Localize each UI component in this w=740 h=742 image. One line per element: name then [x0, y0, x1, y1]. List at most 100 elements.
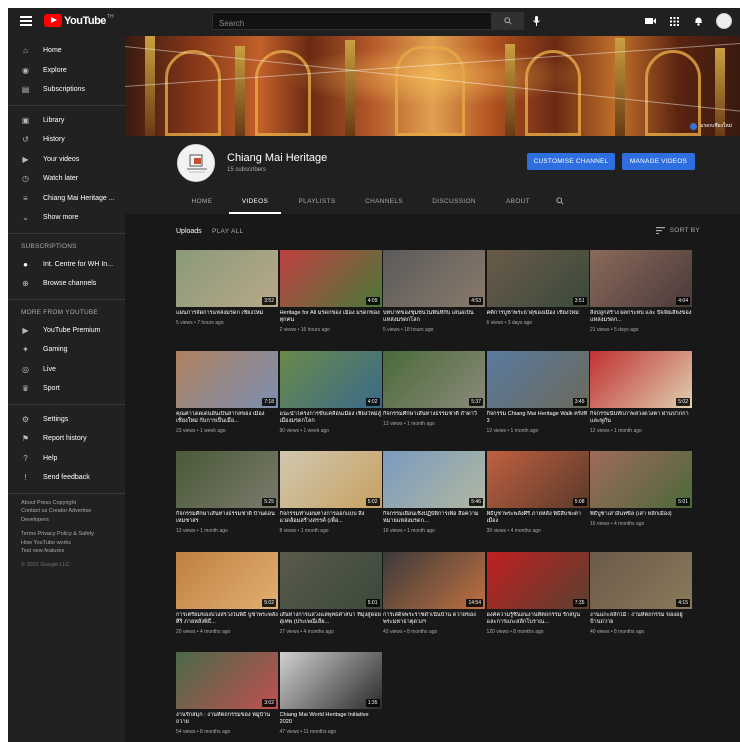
sidebar-item-library[interactable]: ▣ Library [8, 111, 125, 131]
sidebar-item-sport[interactable]: ♛ Sport [8, 379, 125, 399]
video-thumbnail[interactable]: 5:46 [383, 451, 485, 508]
footer-links[interactable]: About Press Copyright [8, 499, 125, 508]
tab-videos[interactable]: VIDEOS [227, 188, 283, 214]
video-thumbnail[interactable]: 5:01 [590, 451, 692, 508]
video-card[interactable]: 4:15 งานแกะสลักไม้ : งานหัตถกรรม ของอยู่บ… [590, 551, 692, 635]
sidebar-item-gaming[interactable]: ✦ Gaming [8, 340, 125, 360]
video-card[interactable]: 3:52 แผนการจัดการแหล่งมรดก เชียงใหม่ 5 vie… [176, 250, 278, 326]
video-title[interactable]: กิจกรรมศึกษาเส้นทางธรรมชาติ บ้านดอนเหมชา… [176, 511, 278, 525]
video-thumbnail[interactable]: 5:02 [279, 451, 382, 508]
sidebar-item-subscriptions[interactable]: ▤ Subscriptions [8, 80, 125, 100]
tab-home[interactable]: HOME [177, 188, 227, 214]
video-title[interactable]: แผนการจัดการแหล่งมรดก เชียงใหม่ [176, 310, 278, 317]
video-thumbnail[interactable]: 5:01 [279, 551, 382, 609]
footer-links[interactable]: Developers [8, 516, 125, 525]
video-title[interactable]: กิจกรรมนับทักภาพล่วงดวงตา ผ่านปากกาและพู… [590, 411, 692, 425]
video-thumbnail[interactable]: 4:02 [279, 350, 382, 408]
video-thumbnail[interactable]: 4:53 [383, 250, 485, 307]
sidebar-item-int-centre-for-wh-in[interactable]: ● Int. Centre for WH In... [8, 255, 125, 275]
sidebar-item-watch-later[interactable]: ◷ Watch later [8, 169, 125, 189]
video-card[interactable]: 3:02 งานรักสมุก : งานหัตถกรรมของ หมู่บ้าน… [176, 652, 278, 735]
video-thumbnail[interactable]: 4:15 [590, 551, 692, 609]
video-card[interactable]: 4:02 แนะนำโครงการขับเคลื่อนเมือง เชียงใหม… [279, 350, 382, 434]
video-card[interactable]: 5:02 การเตรียมของบวงสรวงในพิธี บูชาพระพลั… [176, 551, 278, 635]
video-card[interactable]: 7:18 คุณค่าโดดเด่นอันเป็นสากลของ เมืองเชี… [176, 350, 278, 434]
banner-facebook-link[interactable]: มรดกเชียงใหม่ [690, 122, 732, 130]
sidebar-item-chiang-mai-heritage[interactable]: ≡ Chiang Mai Heritage ... [8, 189, 125, 209]
sidebar-item-home[interactable]: ⌂ Home [8, 41, 125, 61]
video-card[interactable]: 4:09 Heritage for All มรดกของ เมือง มรดกข… [279, 250, 382, 333]
search-input[interactable] [213, 15, 491, 32]
sidebar-item-browse-channels[interactable]: ⊕ Browse channels [8, 274, 125, 294]
video-title[interactable]: การเสด็จพระราชดำเนินบ้าน ดวายของพระมหาธา… [383, 612, 485, 626]
account-avatar[interactable] [716, 13, 732, 29]
footer-links[interactable]: How YouTube works [8, 539, 125, 548]
video-title[interactable]: การเตรียมของบวงสรวงในพิธี บูชาพระพลังศิร… [176, 612, 278, 626]
video-title[interactable]: กิจกรรมทำแผนทางการออกแบบ สิ่งแวดล้อมสร้า… [280, 511, 382, 525]
video-card[interactable]: 4:04 สิ่งปลูกสร้าง ผลกระทบ และ ปัจจัยเสี่… [590, 250, 692, 333]
video-title[interactable]: พิธีบูชาเสาอินทขิล (เสา หลักเมือง) [590, 511, 692, 518]
video-card[interactable]: 5:46 กิจกรรมเยือนเชิงปฏิบัติการเพื่อ สื่อ… [383, 451, 485, 534]
video-thumbnail[interactable]: 3:45 [486, 350, 589, 408]
video-thumbnail[interactable]: 5:37 [383, 350, 485, 408]
video-card[interactable]: 5:08 พิธีบูชาพระพลังศิริ ภายหลัง พิธีสืบช… [486, 451, 589, 534]
tab-about[interactable]: ABOUT [491, 188, 545, 214]
sidebar-item-show-more[interactable]: ⌄ Show more [8, 208, 125, 228]
video-thumbnail[interactable]: 14:54 [383, 551, 485, 609]
video-card[interactable]: 4:53 บทบาทของชุมชนในพื้นที่กับ เสนอเป็นแห… [383, 250, 485, 333]
video-card[interactable]: 5:37 กิจกรรมศึกษาเส้นทางธรรมชาติ ถ้ำดาวี 1… [383, 350, 485, 427]
youtube-logo[interactable]: YouTube TH [44, 14, 114, 27]
video-card[interactable]: 5:01 พิธีบูชาเสาอินทขิล (เสา หลักเมือง) 16… [590, 451, 692, 527]
video-thumbnail[interactable]: 5:02 [590, 350, 692, 408]
sidebar-item-your-videos[interactable]: ▶ Your videos [8, 150, 125, 170]
customise-channel-button[interactable]: CUSTOMISE CHANNEL [527, 153, 615, 170]
sidebar-item-youtube-premium[interactable]: ▶ YouTube Premium [8, 321, 125, 341]
search-button[interactable] [492, 12, 524, 30]
sidebar-item-history[interactable]: ↺ History [8, 130, 125, 150]
manage-videos-button[interactable]: MANAGE VIDEOS [622, 153, 695, 170]
video-title[interactable]: องค์ความรู้ชิ้นอนงานหัตถกรรม รักสบูนและก… [487, 612, 589, 626]
video-card[interactable]: 3:45 กิจกรรม Chiang Mai Heritage Walk ครั… [486, 350, 589, 434]
video-card[interactable]: 5:02 กิจกรรมนับทักภาพล่วงดวงตา ผ่านปากกาแ… [590, 350, 692, 434]
sidebar-item-report-history[interactable]: ⚑ Report history [8, 429, 125, 449]
video-thumbnail[interactable]: 3:51 [486, 250, 589, 307]
video-title[interactable]: แนะนำโครงการขับเคลื่อนเมือง เชียงใหม่สู่… [280, 411, 382, 425]
video-card[interactable]: 5:25 กิจกรรมศึกษาเส้นทางธรรมชาติ บ้านดอนเ… [176, 451, 278, 534]
video-title[interactable]: คุณค่าโดดเด่นอันเป็นสากลของ เมืองเชียงให… [176, 411, 278, 425]
video-title[interactable]: บทบาทของชุมชนในพื้นที่กับ เสนอเป็นแหล่งม… [383, 310, 485, 324]
tab-playlists[interactable]: PLAYLISTS [283, 188, 351, 214]
video-thumbnail[interactable]: 1:35 [279, 652, 382, 709]
video-title[interactable]: งานแกะสลักไม้ : งานหัตถกรรม ของอยู่บ้านถ… [590, 612, 692, 626]
sidebar-item-help[interactable]: ? Help [8, 449, 125, 469]
footer-links[interactable]: Terms Privacy Policy & Safety [8, 530, 125, 539]
tab-discussion[interactable]: DISCUSSION [417, 188, 491, 214]
video-title[interactable]: สิ่งปลูกสร้าง ผลกระทบ และ ปัจจัยเสี่ยงขอ… [590, 310, 692, 324]
video-title[interactable]: พิธีบูชาพระพลังศิริ ภายหลัง พิธีสืบชะตาเ… [487, 511, 589, 525]
video-thumbnail[interactable]: 4:04 [590, 250, 692, 307]
video-thumbnail[interactable]: 7:35 [486, 551, 589, 609]
video-thumbnail[interactable]: 4:09 [279, 250, 382, 307]
video-thumbnail[interactable]: 3:02 [176, 652, 278, 709]
video-title[interactable]: คติการบูชาพระธาตุของเมือง เชียงใหม่ [487, 310, 589, 317]
hamburger-menu-icon[interactable] [20, 16, 32, 26]
sort-by-button[interactable]: SORT BY [655, 227, 700, 234]
video-thumbnail[interactable]: 7:18 [176, 350, 278, 408]
create-video-icon[interactable] [644, 15, 656, 27]
sidebar-item-send-feedback[interactable]: ! Send feedback [8, 468, 125, 488]
sidebar-item-settings[interactable]: ⚙ Settings [8, 410, 125, 430]
video-card[interactable]: 7:35 องค์ความรู้ชิ้นอนงานหัตถกรรม รักสบูน… [486, 551, 589, 635]
microphone-icon[interactable] [530, 15, 542, 27]
sidebar-item-live[interactable]: ◎ Live [8, 360, 125, 380]
video-card[interactable]: 3:51 คติการบูชาพระธาตุของเมือง เชียงใหม่ 6… [486, 250, 589, 326]
video-card[interactable]: 14:54 การเสด็จพระราชดำเนินบ้าน ดวายของพระ… [383, 551, 485, 635]
channel-avatar[interactable] [177, 144, 215, 182]
video-title[interactable]: เส้นทางการแสวงแลพุทธศาสนา ที่มุ่งสู่ดอยส… [280, 612, 382, 626]
video-card[interactable]: 5:02 กิจกรรมทำแผนทางการออกแบบ สิ่งแวดล้อม… [279, 451, 382, 534]
sidebar-item-explore[interactable]: ◉ Explore [8, 61, 125, 81]
video-title[interactable]: Heritage for All มรดกของ เมือง มรดกของทุ… [280, 310, 382, 324]
video-thumbnail[interactable]: 3:52 [176, 250, 278, 307]
notifications-bell-icon[interactable] [692, 15, 704, 27]
video-title[interactable]: กิจกรรมศึกษาเส้นทางธรรมชาติ ถ้ำดาวี [383, 411, 485, 418]
video-title[interactable]: กิจกรรม Chiang Mai Heritage Walk ครั้งที… [487, 411, 589, 425]
video-thumbnail[interactable]: 5:25 [176, 451, 278, 508]
